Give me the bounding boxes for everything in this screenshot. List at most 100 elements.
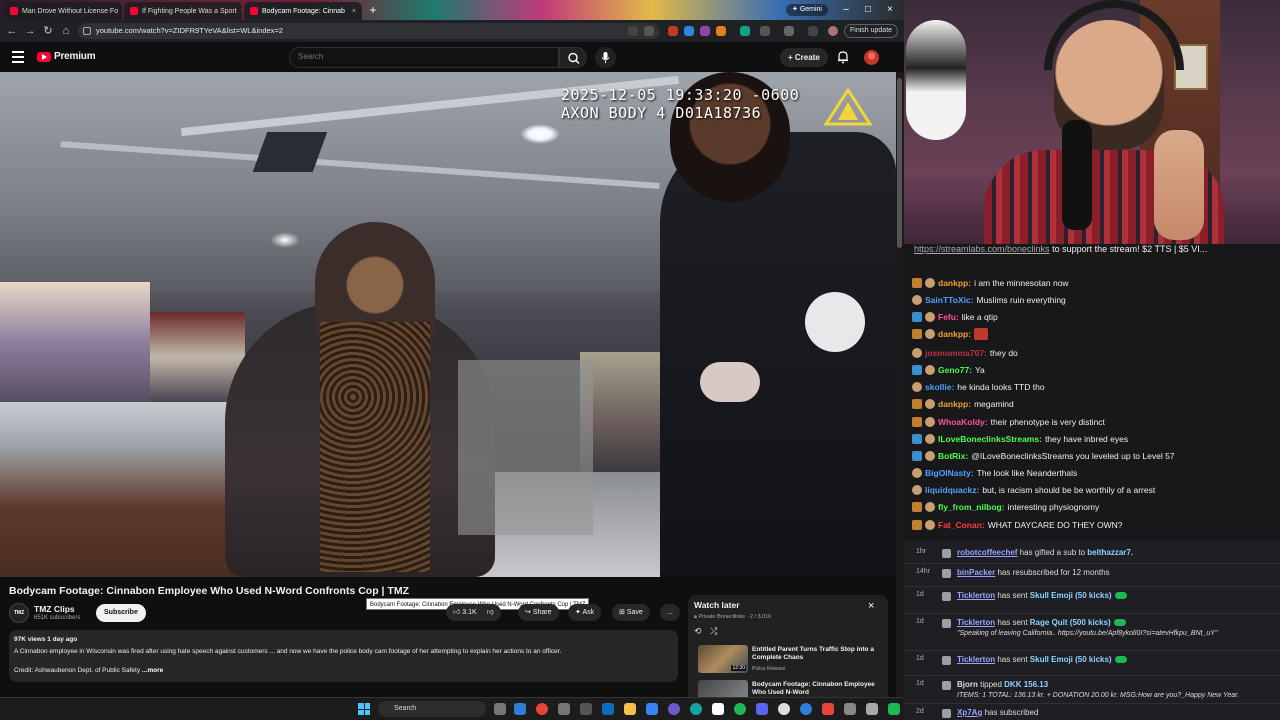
chrome-icon[interactable] [536,703,548,715]
back-button[interactable]: ← [4,23,20,39]
search-box[interactable] [289,47,559,68]
chat-username[interactable]: dankpp: [938,326,971,342]
maximize-button[interactable]: □ [859,2,877,18]
channel-name[interactable]: TMZ Clips [34,604,75,614]
scrollbar-thumb[interactable] [897,78,902,248]
home-button[interactable]: ⌂ [58,23,74,39]
discord-icon[interactable] [756,703,768,715]
voice-search-button[interactable] [595,47,616,68]
task-view-icon[interactable] [494,703,506,715]
reload-button[interactable]: ↻ [40,23,56,39]
chat-username[interactable]: Fefu: [938,309,959,325]
app-icon[interactable] [778,703,790,715]
close-tab-icon[interactable]: × [237,8,242,15]
extension-icon[interactable] [716,26,726,36]
notifications-bell-icon[interactable] [836,50,850,64]
youtube-logo[interactable]: Premium [37,51,96,62]
share-button[interactable]: ↪ Share [518,604,559,621]
event-username[interactable]: binPacker [957,568,995,577]
obs-icon[interactable] [712,703,724,715]
chat-username[interactable]: SainTToXic: [925,292,974,308]
app-icon[interactable] [690,703,702,715]
streamlabs-link[interactable]: https://streamlabs.com/boneclinks [914,244,1050,254]
event-username[interactable]: Ticklerton [957,655,995,664]
event-username[interactable]: Ticklerton [957,591,995,600]
shuffle-icon[interactable]: ⤮ [710,626,717,636]
event-username[interactable]: Bjorn [957,680,978,689]
windows-start-icon[interactable] [358,703,370,715]
description-box[interactable]: 97K views 1 day ago A Cinnabon employee … [9,630,678,682]
chat-username[interactable]: Fat_Conan: [938,517,985,533]
like-button[interactable]: 👍︎ 3.1K 👎︎ [446,604,501,621]
terminal-icon[interactable] [580,703,592,715]
extension-icon[interactable] [668,26,678,36]
playlist-item[interactable]: Bodycam Footage: Cinnabon Employee Who U… [698,680,878,697]
playlist-title[interactable]: Watch later [694,600,740,610]
close-tab-icon[interactable]: × [348,8,356,15]
search-button[interactable] [559,47,587,68]
more-actions-button[interactable]: ... [660,604,680,621]
chat-username[interactable]: skollie: [925,379,954,395]
edge-icon[interactable] [514,703,526,715]
gemini-button[interactable]: ✦ Gemini [786,4,828,16]
close-playlist-icon[interactable]: × [868,600,874,612]
app-icon[interactable] [888,703,900,715]
extensions-puzzle-icon[interactable] [760,26,770,36]
app-icon[interactable] [822,703,834,715]
file-explorer-icon[interactable] [624,703,636,715]
extension-icon[interactable] [740,26,750,36]
chat-username[interactable]: WhoaKoldy: [938,414,988,430]
page-scrollbar[interactable] [896,72,904,697]
tab-man-drove[interactable]: Man Drove Without License Fo × [4,2,122,20]
channel-avatar[interactable]: TMZ [9,603,29,623]
app-icon[interactable] [844,703,856,715]
close-window-button[interactable]: × [881,2,899,18]
extension-icon[interactable] [700,26,710,36]
show-more-link[interactable]: ...more [142,667,163,674]
account-avatar[interactable] [864,50,879,65]
site-info-icon[interactable] [83,27,91,35]
chat-username[interactable]: liquidquackz: [925,482,979,498]
tab-fighting-people[interactable]: If Fighting People Was a Sport × [124,2,242,20]
finish-update-button[interactable]: Finish update [844,24,899,38]
profile-avatar-icon[interactable] [828,26,838,36]
event-username[interactable]: Xp7Ag [957,708,982,717]
video-player[interactable]: 2025-12-05 19:33:20 -0600 AXON BODY 4 D0… [0,72,896,577]
loop-icon[interactable]: ⟲ [694,626,702,636]
new-tab-button[interactable]: + [366,3,380,17]
tab-bodycam-footage[interactable]: Bodycam Footage: Cinnab × [244,2,362,20]
event-username[interactable]: robotcoffeechef [957,548,1017,557]
minimize-button[interactable]: – [837,2,855,18]
extension-icon[interactable] [684,26,694,36]
app-icon[interactable] [668,703,680,715]
ask-button[interactable]: ✦ Ask [568,604,602,621]
app-icon[interactable] [866,703,878,715]
search-input[interactable] [298,52,538,61]
thumbs-down-icon[interactable]: 👎︎ [487,609,494,616]
taskbar-search[interactable]: Search [378,701,486,717]
save-button[interactable]: ⊞ Save [612,604,650,621]
chat-username[interactable]: BotRix: [938,448,968,464]
create-button[interactable]: + Create [780,48,828,67]
chat-username[interactable]: fly_from_nilbog: [938,499,1005,515]
chat-username[interactable]: josmomma707: [925,345,987,361]
downloads-icon[interactable] [808,26,818,36]
chat-username[interactable]: BigOlNasty: [925,465,974,481]
app-icon[interactable] [646,703,658,715]
address-bar[interactable]: youtube.com/watch?v=ZIDFR9TYeVA&list=WL&… [78,23,660,39]
spotify-icon[interactable] [734,703,746,715]
chat-username[interactable]: dankpp: [938,396,971,412]
chat-username[interactable]: ILoveBoneclinksStreams: [938,431,1042,447]
close-tab-icon[interactable]: × [118,8,122,15]
chat-username[interactable]: Geno77: [938,362,972,378]
app-icon[interactable] [800,703,812,715]
forward-button[interactable]: → [22,23,38,39]
app-icon[interactable] [602,703,614,715]
playlist-item[interactable]: 12:30 Entitled Parent Turns Traffic Stop… [698,645,878,675]
sidebar-icon[interactable] [784,26,794,36]
event-username[interactable]: Ticklerton [957,618,995,627]
hamburger-menu-icon[interactable] [12,51,24,63]
chat-username[interactable]: dankpp: [938,275,971,291]
bookmark-star-icon[interactable] [644,26,654,36]
app-icon[interactable] [558,703,570,715]
